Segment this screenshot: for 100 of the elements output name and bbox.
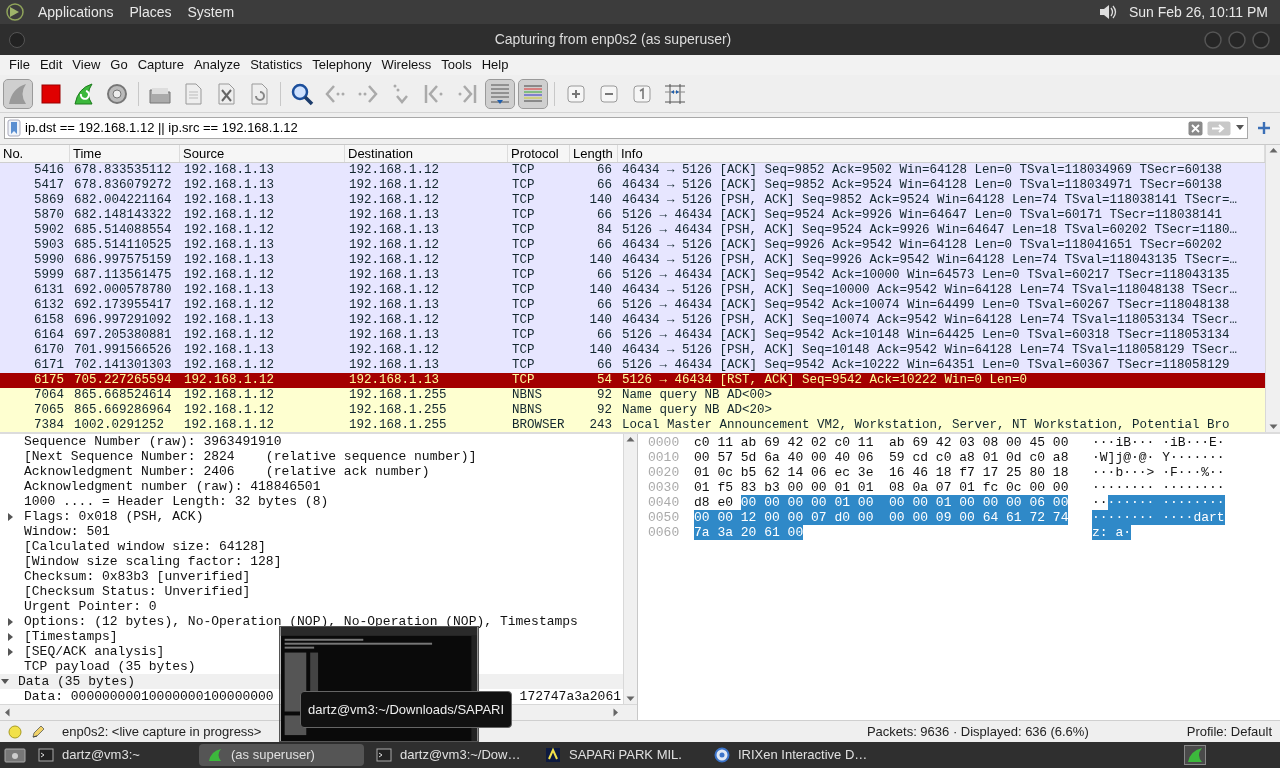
packet-row[interactable]: 5902 685.514088554 192.168.1.12 192.168.1.13 TCP 84 5126 → 46434 [PSH, ACK] Seq=9524 Ack=9926 Win=64647 Len=18 TSval=60202 TSecr=1180…	[0, 223, 1265, 238]
tree-item[interactable]: Sequence Number (raw): 3963491910	[24, 434, 282, 449]
clear-icon[interactable]	[1188, 120, 1203, 136]
packet-row[interactable]: 5417 678.836079272 192.168.1.13 192.168.1.12 TCP 66 46434 → 5126 [ACK] Seq=9852 Ack=9524 Win=64128 Len=0 TSval=118034971 TSecr=60138	[0, 178, 1265, 193]
tree-item[interactable]: Acknowledgment number (raw): 418846501	[24, 479, 321, 494]
packet-row[interactable]: 6132 692.173955417 192.168.1.12 192.168.1.13 TCP 66 5126 → 46434 [ACK] Seq=9542 Ack=10074 Win=64499 Len=0 TSval=60267 TSecr=118048138	[0, 298, 1265, 313]
menu-item[interactable]: Telephony	[307, 55, 377, 75]
menu-item[interactable]: Capture	[132, 55, 189, 75]
table-cell-text: 192.168.1.12	[348, 178, 440, 193]
table-cell-text: 46434 → 5126 [PSH, ACK] Seq=9852 Ack=9524 Win=64128 Len=74 TSval=118038141 TSecr=…	[621, 193, 1239, 208]
table-cell-text: TCP	[511, 358, 536, 373]
column-header[interactable]: Protocol	[508, 145, 570, 162]
taskbar-button[interactable]: (as superuser)	[199, 744, 364, 766]
scroll-left-icon[interactable]	[4, 708, 10, 717]
pencil-icon[interactable]	[30, 723, 46, 740]
packet-row[interactable]: 5870 682.148143322 192.168.1.12 192.168.1.13 TCP 66 5126 → 46434 [ACK] Seq=9524 Ack=9926 Win=64647 Len=0 TSval=60171 TSecr=118038141	[0, 208, 1265, 223]
packet-row[interactable]: 7064 865.668524614 192.168.1.12 192.168.1.255 NBNS 92 Name query NB AD<00>	[0, 388, 1265, 403]
minimize-button[interactable]	[1202, 29, 1224, 50]
capture-start-icon[interactable]	[4, 79, 32, 108]
packet-row[interactable]: 6164 697.205380881 192.168.1.12 192.168.1.13 TCP 66 5126 → 46434 [ACK] Seq=9542 Ack=10148 Win=64425 Len=0 TSval=60318 TSecr=118053134	[0, 328, 1265, 343]
tree-item[interactable]: 1000 .... = Header Length: 32 bytes (8)	[24, 494, 329, 509]
packet-row[interactable]: 5869 682.004221164 192.168.1.13 192.168.1.12 TCP 140 46434 → 5126 [PSH, ACK] Seq=9852 Ack=9524 Win=64128 Len=74 TSval=118038141 TSecr=…	[0, 193, 1265, 208]
tree-item[interactable]: [Timestamps]	[24, 629, 118, 644]
packet-row[interactable]: 6175 705.227265594 192.168.1.12 192.168.1.13 TCP 54 5126 → 46434 [RST, ACK] Seq=9542 Ack=10222 Win=0 Len=0	[0, 373, 1265, 388]
table-cell-text: 192.168.1.12	[348, 163, 440, 178]
scroll-up-icon[interactable]	[626, 436, 635, 442]
panel-menu[interactable]: Places	[127, 1, 174, 23]
taskbar-button[interactable]: IRIXen Interactive D…	[706, 744, 871, 766]
launcher-icon[interactable]	[4, 2, 24, 22]
packet-row[interactable]: 7065 865.669286964 192.168.1.12 192.168.1.255 NBNS 92 Name query NB AD<20>	[0, 403, 1265, 418]
colorize-icon[interactable]	[519, 79, 547, 108]
table-cell-text: 192.168.1.12	[348, 343, 440, 358]
table-cell-text: 682.148143322	[73, 208, 173, 223]
menu-item[interactable]: Analyze	[188, 55, 246, 75]
menu-item[interactable]: File	[4, 55, 35, 75]
add-button-icon[interactable]	[1256, 120, 1272, 136]
tree-item[interactable]: [SEQ/ACK analysis]	[24, 644, 165, 659]
packet-row[interactable]: 6158 696.997291092 192.168.1.13 192.168.1.12 TCP 140 46434 → 5126 [PSH, ACK] Seq=10074 Ack=9542 Win=64128 Len=74 TSval=118053134 TSecr…	[0, 313, 1265, 328]
tray-shark-fin-icon[interactable]	[1184, 745, 1206, 765]
column-header[interactable]: Length	[570, 145, 618, 162]
table-cell-text: 5902	[33, 223, 65, 238]
filter-field[interactable]: ip.dst == 192.168.1.12 || ip.src == 192.168.1.12	[4, 117, 1248, 139]
panel-menu[interactable]: Applications	[36, 1, 116, 23]
tree-item[interactable]: [Next Sequence Number: 2824 (relative sequence number)]	[24, 449, 477, 464]
close-button[interactable]	[1250, 29, 1272, 50]
packet-row[interactable]: 6170 701.991566526 192.168.1.13 192.168.1.12 TCP 140 46434 → 5126 [PSH, ACK] Seq=10148 Ack=9542 Win=64128 Len=74 TSval=118058129 TSecr…	[0, 343, 1265, 358]
dropdown-caret-icon[interactable]	[1235, 124, 1245, 132]
tree-item[interactable]: Data: 00000000010000000100000000	[24, 689, 274, 704]
window-menu-icon[interactable]	[8, 30, 26, 49]
maximize-button[interactable]	[1226, 29, 1248, 50]
column-header[interactable]: No.	[0, 145, 70, 162]
menu-item[interactable]: Tools	[436, 55, 477, 75]
table-cell-text: 46434 → 5126 [PSH, ACK] Seq=9926 Ack=9542 Win=64128 Len=74 TSval=118043135 TSecr=…	[621, 253, 1239, 268]
bookmark-icon[interactable]	[7, 119, 21, 137]
tree-item[interactable]: Checksum: 0x83b3 [unverified]	[24, 569, 251, 584]
menu-item[interactable]: View	[67, 55, 106, 75]
tree-item[interactable]: [Calculated window size: 64128]	[24, 539, 266, 554]
taskbar-button[interactable]: dartz@vm3:~	[30, 744, 195, 766]
table-cell-text: 192.168.1.13	[348, 223, 440, 238]
taskbar-button[interactable]: SAPARi PARK MIL.	[537, 744, 702, 766]
tree-item[interactable]: Urgent Pointer: 0	[24, 599, 157, 614]
table-cell-text: 685.514088554	[73, 223, 173, 238]
table-cell-text: 92	[596, 403, 613, 418]
column-header[interactable]: Destination	[345, 145, 508, 162]
packet-row[interactable]: 6171 702.141301303 192.168.1.12 192.168.1.13 TCP 66 5126 → 46434 [ACK] Seq=9542 Ack=10222 Win=64351 Len=0 TSval=60367 TSecr=118058129	[0, 358, 1265, 373]
table-cell-text: 46434 → 5126 [PSH, ACK] Seq=10074 Ack=9542 Win=64128 Len=74 TSval=118053134 TSecr…	[621, 313, 1239, 328]
autoscroll-icon[interactable]	[486, 79, 514, 108]
tree-item[interactable]: [Checksum Status: Unverified]	[24, 584, 251, 599]
panel-menu[interactable]: System	[185, 1, 237, 23]
taskbar-button[interactable]: dartz@vm3:~/Dow…	[368, 744, 533, 766]
packet-row[interactable]: 6131 692.000578780 192.168.1.13 192.168.1.12 TCP 140 46434 → 5126 [PSH, ACK] Seq=10000 Ack=9542 Win=64128 Len=74 TSval=118048138 TSecr…	[0, 283, 1265, 298]
hex-bytes: 00 57 5d 6a 40 00 40 06 59 cd c0 a8 01 0d c0 a8	[694, 450, 1069, 465]
menu-item[interactable]: Edit	[34, 55, 68, 75]
scroll-up-icon[interactable]	[1268, 147, 1278, 153]
menu-item[interactable]: Help	[476, 55, 514, 75]
column-header[interactable]: Time	[70, 145, 180, 162]
menu-item[interactable]: Wireless	[376, 55, 437, 75]
filter-input[interactable]: ip.dst == 192.168.1.12 || ip.src == 192.168.1.12	[25, 118, 1184, 138]
tree-item[interactable]: Flags: 0x018 (PSH, ACK)	[24, 509, 204, 524]
scroll-right-icon[interactable]	[613, 708, 619, 717]
scroll-down-icon[interactable]	[1268, 424, 1278, 430]
tree-item[interactable]: Data (35 bytes)	[18, 674, 136, 689]
packet-row[interactable]: 5990 686.997575159 192.168.1.13 192.168.1.12 TCP 140 46434 → 5126 [PSH, ACK] Seq=9926 Ack=9542 Win=64128 Len=74 TSval=118043135 TSecr=…	[0, 253, 1265, 268]
hex-offset: 0030	[648, 480, 681, 495]
show-desktop-icon[interactable]	[4, 746, 26, 764]
scroll-down-icon[interactable]	[626, 696, 635, 702]
tree-item[interactable]: [Window size scaling factor: 128]	[24, 554, 282, 569]
menu-item[interactable]: Statistics	[245, 55, 308, 75]
profile-label[interactable]: Profile: Default	[1186, 721, 1272, 742]
tree-item[interactable]: Window: 501	[24, 524, 110, 539]
status-light-icon[interactable]	[8, 724, 22, 739]
menu-item[interactable]: Go	[105, 55, 133, 75]
tree-item[interactable]: Acknowledgment Number: 2406 (relative ack number)	[24, 464, 430, 479]
packet-row[interactable]: 5903 685.514110525 192.168.1.13 192.168.1.12 TCP 66 46434 → 5126 [ACK] Seq=9926 Ack=9542 Win=64128 Len=0 TSval=118041651 TSecr=60202	[0, 238, 1265, 253]
packet-row[interactable]: 5416 678.833535112 192.168.1.13 192.168.1.12 TCP 66 46434 → 5126 [ACK] Seq=9852 Ack=9502 Win=64128 Len=0 TSval=118034969 TSecr=60138	[0, 163, 1265, 178]
packet-row[interactable]: 5999 687.113561475 192.168.1.12 192.168.1.13 TCP 66 5126 → 46434 [ACK] Seq=9542 Ack=10000 Win=64573 Len=0 TSval=60217 TSecr=118043135	[0, 268, 1265, 283]
tree-item[interactable]: TCP payload (35 bytes)	[24, 659, 196, 674]
column-header[interactable]: Source	[180, 145, 345, 162]
clock[interactable]: Sun Feb 26, 10:11 PM	[1128, 1, 1276, 23]
table-cell-text: 5126 → 46434 [ACK] Seq=9542 Ack=10000 Win=64573 Len=0 TSval=60217 TSecr=118043135	[621, 268, 1231, 283]
